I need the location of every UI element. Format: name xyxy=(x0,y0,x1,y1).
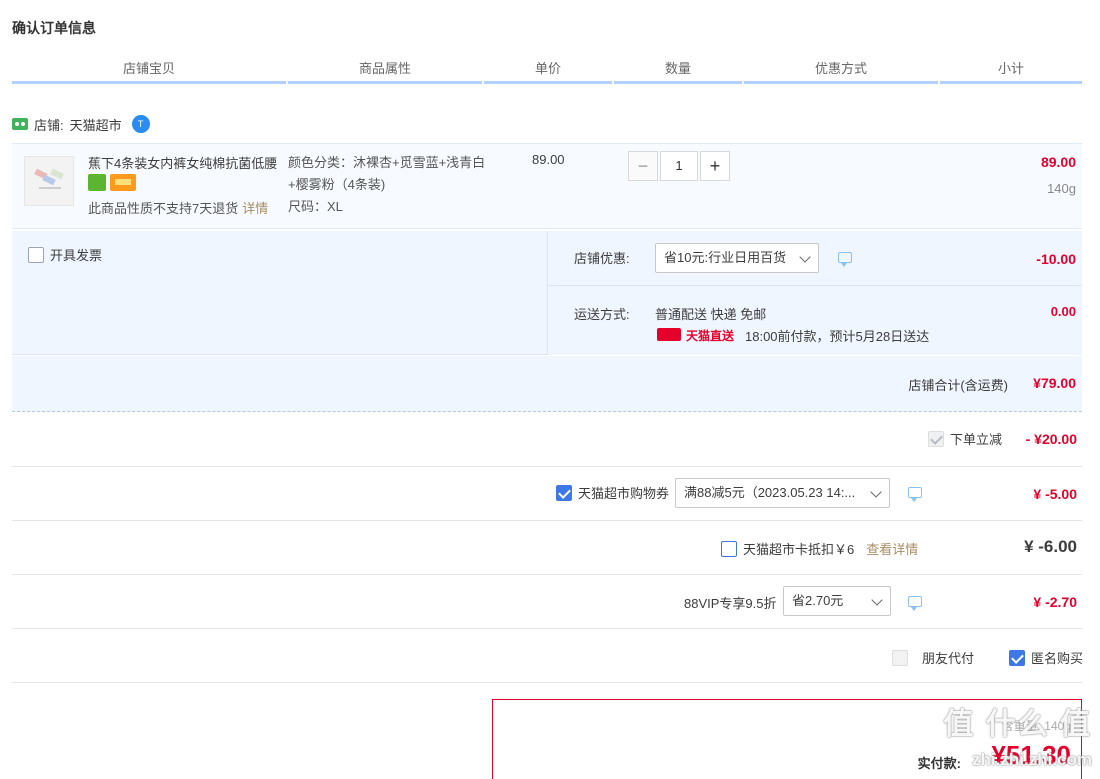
shop-discount-value: 省10元:行业日用百货 xyxy=(664,250,787,265)
col-header-quantity: 数量 xyxy=(614,58,742,84)
voucher-checkbox[interactable] xyxy=(556,484,572,501)
instant-discount-amount: - ¥20.00 xyxy=(1025,431,1077,447)
view-details-link[interactable]: 查看详情 xyxy=(866,539,918,558)
supermarket-card-label: 天猫超市卡抵扣￥6 xyxy=(743,542,855,557)
instant-discount-option: 下单立减 xyxy=(928,429,1002,448)
attr-color: 颜色分类：沐裸杏+觅雪蓝+浅青白+樱雾粉（4条装) xyxy=(288,155,486,192)
pay-label: 实付款: xyxy=(917,756,961,771)
divider xyxy=(12,520,1082,521)
shop-name-link[interactable]: 天猫超市 xyxy=(70,115,122,134)
unit-price: 89.00 xyxy=(532,152,565,167)
shop-total-amount: ¥79.00 xyxy=(1033,375,1076,391)
tmall-direct-badge: 天猫直送 xyxy=(686,329,735,343)
chevron-down-icon xyxy=(870,486,882,498)
invoice-label: 开具发票 xyxy=(50,248,103,263)
vip-discount-select[interactable]: 省2.70元 xyxy=(783,586,891,616)
product-thumbnail[interactable] xyxy=(24,156,74,206)
friend-pay-label: 朋友代付 xyxy=(922,651,975,666)
anonymous-purchase-checkbox[interactable] xyxy=(1009,649,1025,666)
divider xyxy=(12,466,1082,467)
product-name-link[interactable]: 蕉下4条装女内裤女纯棉抗菌低腰 xyxy=(88,153,284,172)
message-icon[interactable] xyxy=(908,487,922,502)
col-header-attributes: 商品属性 xyxy=(288,58,482,84)
divider xyxy=(12,574,1082,575)
col-header-unit-price: 单价 xyxy=(484,58,612,84)
product-tags xyxy=(88,174,136,191)
col-header-shop-item: 店铺宝贝 xyxy=(12,58,286,84)
invoice-option[interactable]: 开具发票 xyxy=(28,245,102,264)
quantity-stepper: − 1 + xyxy=(628,151,730,181)
no-return-detail-link[interactable]: 详情 xyxy=(242,201,268,216)
voucher-amount: ¥ -5.00 xyxy=(1033,486,1077,502)
shop-discount-amount: -10.00 xyxy=(1036,251,1076,267)
delivery-eta: 18:00前付款，预计5月28日送达 xyxy=(745,329,930,344)
attr-size: 尺码：XL xyxy=(288,199,343,214)
col-header-discount: 优惠方式 xyxy=(744,58,938,84)
shipping-amount: 0.00 xyxy=(1050,304,1076,319)
card-badge-icon[interactable] xyxy=(110,174,136,191)
vip-discount-amount: ¥ -2.70 xyxy=(1033,594,1077,610)
watermark-url: zhi.zhi.zhi.com xyxy=(972,750,1092,769)
tmall-logo-icon xyxy=(657,328,681,341)
qty-input[interactable]: 1 xyxy=(660,151,698,181)
divider xyxy=(12,682,1082,683)
product-attributes: 颜色分类：沐裸杏+觅雪蓝+浅青白+樱雾粉（4条装) 尺码：XL xyxy=(288,152,488,218)
message-icon[interactable] xyxy=(838,252,852,267)
divider xyxy=(12,628,1082,629)
voucher-label: 天猫超市购物券 xyxy=(578,486,670,501)
service-badge-icon[interactable] xyxy=(88,174,106,191)
chevron-down-icon xyxy=(799,251,811,263)
voucher-select[interactable]: 满88减5元（2023.05.23 14:... xyxy=(675,478,890,508)
no-return-text: 此商品性质不支持7天退货 xyxy=(88,201,239,216)
chevron-down-icon xyxy=(871,594,883,606)
shop-total-row: 店铺合计(含运费) ¥79.00 xyxy=(12,356,1082,412)
voucher-option[interactable]: 天猫超市购物券 xyxy=(556,483,669,502)
shipping-label: 运送方式: xyxy=(574,307,630,322)
anonymous-purchase-label: 匿名购买 xyxy=(1031,651,1084,666)
watermark-logo: 值 什么 值 xyxy=(943,708,1092,741)
item-subtotal: 89.00 xyxy=(1040,154,1076,170)
shop-row: 店铺: 天猫超市 T xyxy=(12,112,150,136)
shop-discount-label: 店铺优惠: xyxy=(574,251,630,266)
supermarket-card-option[interactable]: 天猫超市卡抵扣￥6 查看详情 xyxy=(721,539,918,558)
friend-pay-option: 朋友代付 xyxy=(892,648,974,667)
supermarket-card-checkbox[interactable] xyxy=(721,540,737,557)
shop-options-panel: 店铺优惠: 省10元:行业日用百货 -10.00 运送方式: 普通配送 快递 免… xyxy=(547,231,1082,355)
col-header-subtotal: 小计 xyxy=(940,58,1082,84)
shop-total-label: 店铺合计(含运费) xyxy=(908,378,1008,393)
shop-chat-icon[interactable]: T xyxy=(131,115,150,133)
vip-discount-label: 88VIP专享9.5折 xyxy=(684,596,777,611)
supermarket-card-amount: ¥ -6.00 xyxy=(1024,537,1077,556)
shop-label: 店铺: xyxy=(34,117,64,133)
no-return-notice: 此商品性质不支持7天退货 详情 xyxy=(88,198,268,217)
invoice-checkbox[interactable] xyxy=(28,246,44,263)
voucher-value: 满88减5元（2023.05.23 14:... xyxy=(684,485,856,500)
order-options: 开具发票 店铺优惠: 省10元:行业日用百货 -10.00 运送方式: 普通配送… xyxy=(12,231,1082,355)
qty-minus-button[interactable]: − xyxy=(628,151,658,181)
item-row: 蕉下4条装女内裤女纯棉抗菌低腰 此商品性质不支持7天退货 详情 颜色分类：沐裸杏+… xyxy=(12,143,1082,229)
qty-plus-button[interactable]: + xyxy=(700,151,730,181)
page-title: 确认订单信息 xyxy=(12,20,96,36)
instant-discount-label: 下单立减 xyxy=(950,432,1003,447)
item-weight: 140g xyxy=(1047,181,1076,196)
column-headers: 店铺宝贝 商品属性 单价 数量 优惠方式 小计 xyxy=(12,58,1082,84)
shop-icon xyxy=(12,118,28,130)
shipping-method: 普通配送 快递 免邮 xyxy=(655,307,767,322)
anonymous-purchase-option[interactable]: 匿名购买 xyxy=(1009,648,1083,667)
divider xyxy=(548,285,1082,286)
vip-discount-value: 省2.70元 xyxy=(792,593,844,608)
message-icon[interactable] xyxy=(908,596,922,611)
friend-pay-checkbox xyxy=(892,649,908,666)
instant-discount-checkbox xyxy=(928,430,944,447)
product-image-icon xyxy=(34,168,64,189)
shop-discount-select[interactable]: 省10元:行业日用百货 xyxy=(655,243,819,273)
